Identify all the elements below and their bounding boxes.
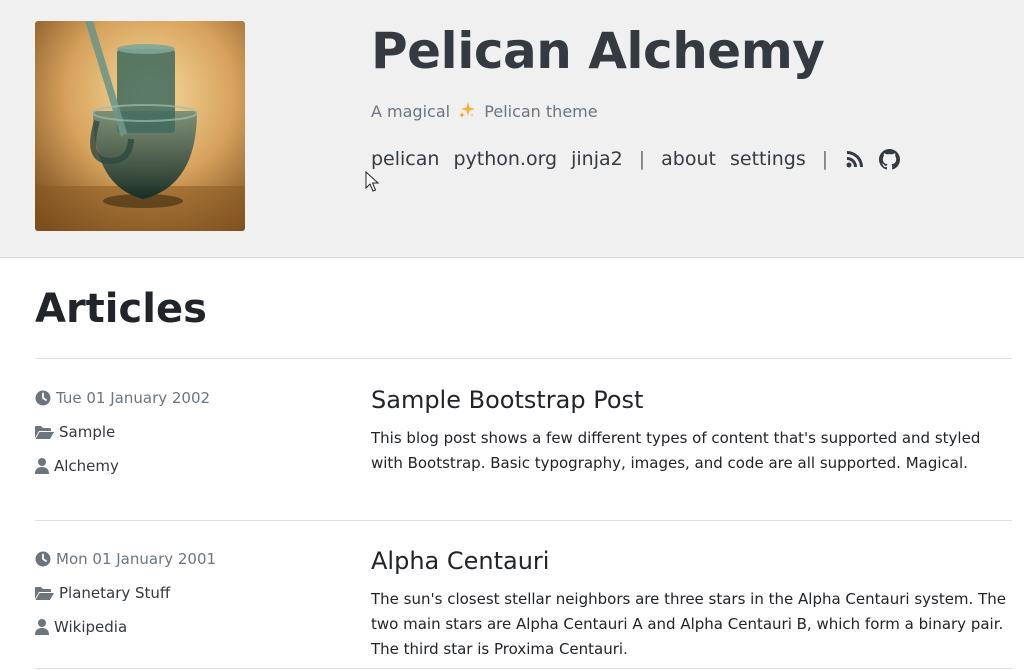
site-logo[interactable]	[35, 21, 245, 231]
article-category-link[interactable]: Planetary Stuff	[59, 584, 170, 602]
site-tagline: A magical Pelican theme	[371, 101, 598, 123]
sparkles-icon	[458, 101, 476, 123]
folder-open-icon	[35, 586, 54, 600]
article-date-text: Tue 01 January 2002	[56, 389, 211, 407]
article-title-link[interactable]: Sample Bootstrap Post	[371, 386, 643, 414]
article-author[interactable]: Wikipedia	[35, 618, 127, 636]
nav-link-about[interactable]: about	[661, 148, 716, 170]
nav-link-settings[interactable]: settings	[730, 148, 806, 170]
tagline-text-start: A magical	[371, 102, 451, 121]
article-summary: This blog post shows a few different typ…	[371, 429, 981, 472]
divider	[35, 668, 1012, 669]
user-icon	[35, 619, 49, 635]
article-summary: The sun's closest stellar neighbors are …	[371, 590, 1006, 658]
user-icon	[35, 458, 49, 474]
article-author-link[interactable]: Alchemy	[54, 457, 119, 475]
article-date: Tue 01 January 2002	[35, 389, 210, 407]
nav-separator: |	[638, 148, 646, 170]
article-date-text: Mon 01 January 2001	[56, 550, 217, 568]
article-category[interactable]: Sample	[35, 423, 115, 441]
nav-separator: |	[821, 148, 829, 170]
divider	[35, 520, 1012, 521]
article-date: Mon 01 January 2001	[35, 550, 216, 568]
article-category[interactable]: Planetary Stuff	[35, 584, 170, 602]
page-title: Articles	[35, 286, 207, 332]
tagline-text-end: Pelican theme	[484, 102, 598, 121]
article-title-link[interactable]: Alpha Centauri	[371, 547, 549, 575]
site-header: Pelican Alchemy A magical Pelican theme …	[0, 0, 1024, 258]
header-nav: pelican python.org jinja2 | about settin…	[371, 144, 912, 174]
article-author[interactable]: Alchemy	[35, 457, 119, 475]
article-author-link[interactable]: Wikipedia	[54, 618, 127, 636]
clock-icon	[35, 390, 51, 406]
site-title[interactable]: Pelican Alchemy	[371, 22, 825, 80]
rss-icon[interactable]	[844, 148, 866, 170]
nav-link-jinja2[interactable]: jinja2	[571, 148, 623, 170]
nav-link-python-org[interactable]: python.org	[453, 148, 557, 170]
mouse-cursor-icon	[365, 171, 379, 192]
nav-link-pelican[interactable]: pelican	[371, 148, 439, 170]
article-category-link[interactable]: Sample	[59, 423, 115, 441]
clock-icon	[35, 551, 51, 567]
github-icon[interactable]	[878, 148, 900, 170]
divider	[35, 358, 1012, 359]
alembic-glass-image	[35, 21, 245, 231]
folder-open-icon	[35, 425, 54, 439]
